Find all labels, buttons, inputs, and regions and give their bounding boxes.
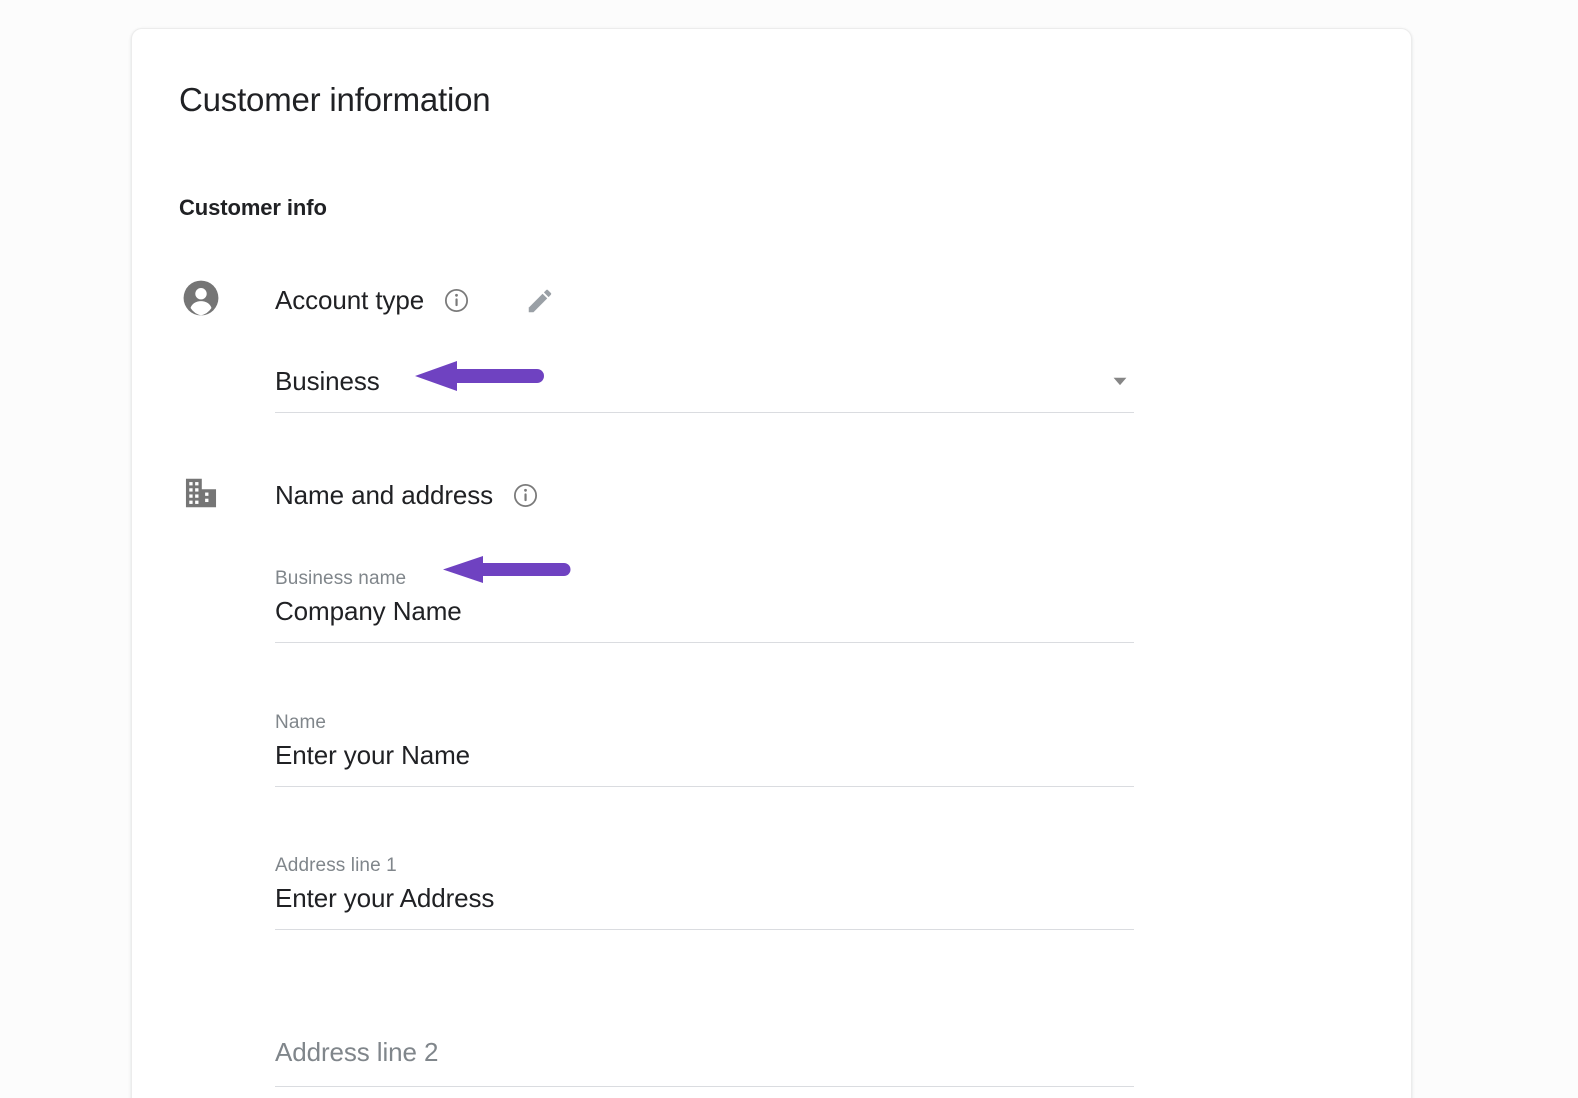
field-address-line-2[interactable]: Address line 2	[275, 1032, 1134, 1087]
field-business-name[interactable]: Business name Company Name	[275, 567, 1134, 643]
page-title: Customer information	[179, 81, 490, 119]
address-line-1-value[interactable]: Enter your Address	[275, 878, 1134, 918]
group-header-name-and-address: Name and address	[275, 480, 538, 511]
field-underline	[275, 412, 1134, 413]
field-name[interactable]: Name Enter your Name	[275, 711, 1134, 787]
field-address-line-1[interactable]: Address line 1 Enter your Address	[275, 854, 1134, 930]
group-label-name-and-address: Name and address	[275, 480, 493, 511]
field-label-address-line-1: Address line 1	[275, 854, 1134, 878]
field-label-business-name: Business name	[275, 567, 1134, 591]
address-line-2-placeholder[interactable]: Address line 2	[275, 1032, 1134, 1072]
business-name-value[interactable]: Company Name	[275, 591, 1134, 631]
group-label-account-type: Account type	[275, 285, 424, 316]
account-type-value[interactable]: Business	[275, 361, 380, 401]
group-header-account-type: Account type	[275, 285, 555, 316]
field-underline	[275, 1086, 1134, 1087]
name-value[interactable]: Enter your Name	[275, 735, 1134, 775]
info-icon[interactable]	[513, 483, 538, 508]
domain-building-icon	[182, 474, 220, 512]
edit-pencil-icon[interactable]	[525, 286, 555, 316]
person-icon	[182, 279, 220, 317]
chevron-down-icon[interactable]	[1109, 370, 1131, 392]
customer-information-card: Customer information Customer info Accou…	[131, 28, 1412, 1098]
field-underline	[275, 929, 1134, 930]
field-account-type[interactable]: Business	[275, 361, 1134, 413]
info-icon[interactable]	[444, 288, 469, 313]
field-underline	[275, 786, 1134, 787]
section-title-customer-info: Customer info	[179, 195, 327, 221]
page-root: Customer information Customer info Accou…	[0, 0, 1578, 1098]
field-underline	[275, 642, 1134, 643]
field-label-name: Name	[275, 711, 1134, 735]
